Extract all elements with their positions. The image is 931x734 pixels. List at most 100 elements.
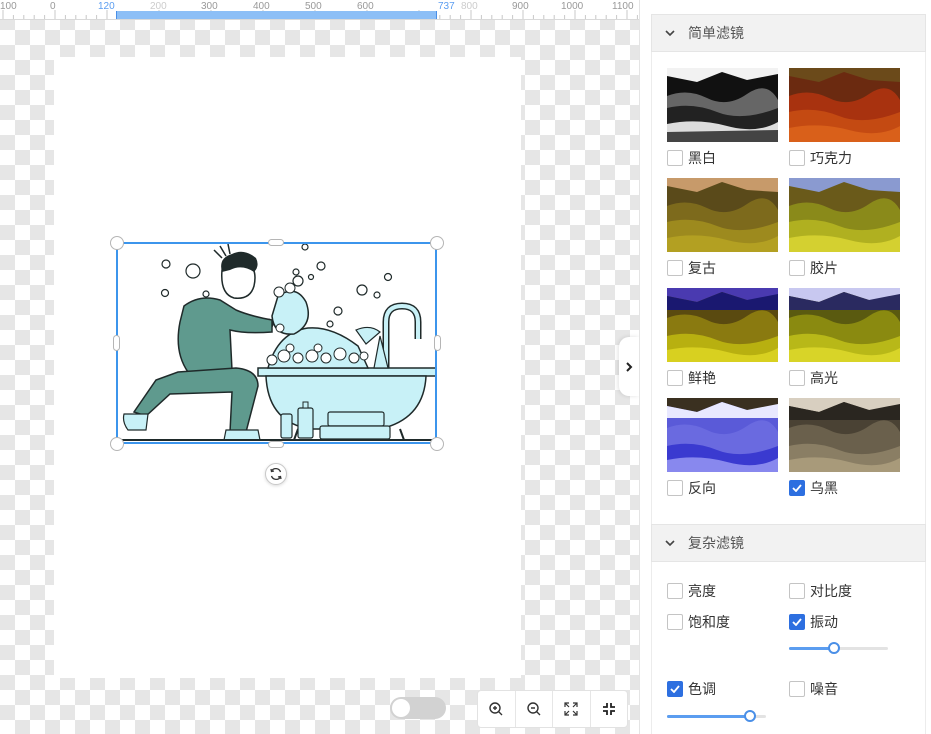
- option-label: 噪音: [810, 681, 838, 697]
- chevron-down-icon: [665, 540, 675, 547]
- selection-box[interactable]: [116, 242, 437, 444]
- expand-icon: [564, 702, 578, 716]
- checkbox-checked[interactable]: [667, 681, 683, 697]
- ruler-label: 600: [357, 1, 374, 12]
- complex-filters-header[interactable]: 复杂滤镜: [651, 524, 926, 562]
- checkbox-checked[interactable]: [789, 614, 805, 630]
- resize-handle-top-left[interactable]: [110, 236, 124, 250]
- filter-checkbox-row[interactable]: 反向: [667, 478, 716, 498]
- panel-collapse-tab[interactable]: [619, 337, 639, 396]
- zoom-in-button[interactable]: [478, 691, 516, 727]
- filter-label: 复古: [688, 260, 716, 276]
- resize-handle-bottom-right[interactable]: [430, 437, 444, 451]
- complex-option-contrast[interactable]: 对比度: [789, 581, 852, 601]
- resize-handle-top-right[interactable]: [430, 236, 444, 250]
- filter-thumbnail-bw[interactable]: [667, 68, 778, 142]
- filter-checkbox-row[interactable]: 复古: [667, 258, 716, 278]
- zoom-in-icon: [489, 702, 503, 716]
- ruler-label: 1000: [561, 1, 584, 12]
- filter-checkbox-row[interactable]: 高光: [789, 368, 838, 388]
- option-label: 振动: [810, 614, 838, 630]
- checkbox[interactable]: [789, 583, 805, 599]
- complex-option-vibrance[interactable]: 振动: [789, 612, 838, 632]
- complex-option-noise[interactable]: 噪音: [789, 679, 838, 699]
- filter-option-chocolate[interactable]: 巧克力: [789, 68, 901, 166]
- checkmark-icon: [670, 685, 680, 693]
- ruler-label: 900: [512, 1, 529, 12]
- filter-label: 鲜艳: [688, 370, 716, 386]
- complex-option-brightness[interactable]: 亮度: [667, 581, 716, 601]
- filter-checkbox-row[interactable]: 巧克力: [789, 148, 852, 168]
- filter-option-vintage[interactable]: 复古: [667, 178, 779, 276]
- filter-thumbnail-highlight[interactable]: [789, 288, 900, 362]
- zoom-out-button[interactable]: [516, 691, 553, 727]
- resize-handle-top[interactable]: [268, 239, 284, 246]
- ruler-label: 200: [150, 1, 167, 12]
- filter-thumbnail-sepia[interactable]: [789, 398, 900, 472]
- filter-checkbox-row[interactable]: 胶片: [789, 258, 838, 278]
- rotate-button[interactable]: [265, 463, 287, 485]
- filter-thumbnail-vintage[interactable]: [667, 178, 778, 252]
- horizontal-ruler: 100 0 120 200 300 400 500 600 737 800 90…: [0, 0, 639, 20]
- filter-option-sepia[interactable]: 乌黑: [789, 398, 901, 496]
- simple-filters-header[interactable]: 简单滤镜: [651, 14, 926, 52]
- checkbox[interactable]: [789, 681, 805, 697]
- filter-option-bw[interactable]: 黑白: [667, 68, 779, 166]
- ruler-selection-range: [116, 11, 437, 19]
- resize-handle-left[interactable]: [113, 335, 120, 351]
- checkbox[interactable]: [789, 260, 805, 276]
- complex-option-saturation[interactable]: 饱和度: [667, 612, 730, 632]
- rotate-icon: [270, 467, 282, 481]
- hue-slider[interactable]: [667, 710, 766, 722]
- toggle-knob: [392, 699, 410, 717]
- vibrance-slider[interactable]: [789, 642, 888, 654]
- complex-option-hue[interactable]: 色调: [667, 679, 716, 699]
- toggle-switch[interactable]: [390, 697, 446, 719]
- checkbox[interactable]: [667, 370, 683, 386]
- filter-option-invert[interactable]: 反向: [667, 398, 779, 496]
- checkbox[interactable]: [789, 150, 805, 166]
- resize-handle-right[interactable]: [434, 335, 441, 351]
- filter-option-vivid[interactable]: 鲜艳: [667, 288, 779, 386]
- slider-thumb[interactable]: [744, 710, 756, 722]
- actual-size-button[interactable]: [591, 691, 628, 727]
- canvas-workspace[interactable]: 100 0 120 200 300 400 500 600 737 800 90…: [0, 0, 639, 734]
- filter-thumbnail-film[interactable]: [789, 178, 900, 252]
- filter-option-highlight[interactable]: 高光: [789, 288, 901, 386]
- chevron-right-icon: [626, 361, 633, 372]
- slider-thumb[interactable]: [828, 642, 840, 654]
- compress-icon: [602, 703, 615, 715]
- checkbox[interactable]: [789, 370, 805, 386]
- filter-label: 巧克力: [810, 150, 852, 166]
- ruler-label: 100: [0, 1, 17, 12]
- ruler-label: 500: [305, 1, 322, 12]
- ruler-label: 1100: [612, 1, 634, 12]
- filter-option-film[interactable]: 胶片: [789, 178, 901, 276]
- filter-checkbox-row[interactable]: 黑白: [667, 148, 716, 168]
- ruler-label-selection-end: 737: [438, 1, 455, 12]
- resize-handle-bottom[interactable]: [268, 441, 284, 448]
- checkbox[interactable]: [667, 583, 683, 599]
- filter-thumbnail-invert[interactable]: [667, 398, 778, 472]
- filter-thumbnail-chocolate[interactable]: [789, 68, 900, 142]
- fit-screen-button[interactable]: [553, 691, 591, 727]
- ruler-label: 0: [50, 1, 56, 12]
- filter-label: 高光: [810, 370, 838, 386]
- filter-checkbox-row[interactable]: 乌黑: [789, 478, 838, 498]
- chevron-down-icon: [665, 30, 675, 37]
- filter-label: 反向: [688, 480, 716, 496]
- checkbox[interactable]: [667, 260, 683, 276]
- zoom-toolbar: [477, 690, 628, 728]
- filter-label: 黑白: [688, 150, 716, 166]
- checkmark-icon: [792, 484, 802, 492]
- checkbox[interactable]: [667, 150, 683, 166]
- filter-thumbnail-vivid[interactable]: [667, 288, 778, 362]
- resize-handle-bottom-left[interactable]: [110, 437, 124, 451]
- checkbox[interactable]: [667, 614, 683, 630]
- checkbox[interactable]: [667, 480, 683, 496]
- option-label: 对比度: [810, 583, 852, 599]
- filter-label: 乌黑: [810, 480, 838, 496]
- option-label: 色调: [688, 681, 716, 697]
- checkbox-checked[interactable]: [789, 480, 805, 496]
- filter-checkbox-row[interactable]: 鲜艳: [667, 368, 716, 388]
